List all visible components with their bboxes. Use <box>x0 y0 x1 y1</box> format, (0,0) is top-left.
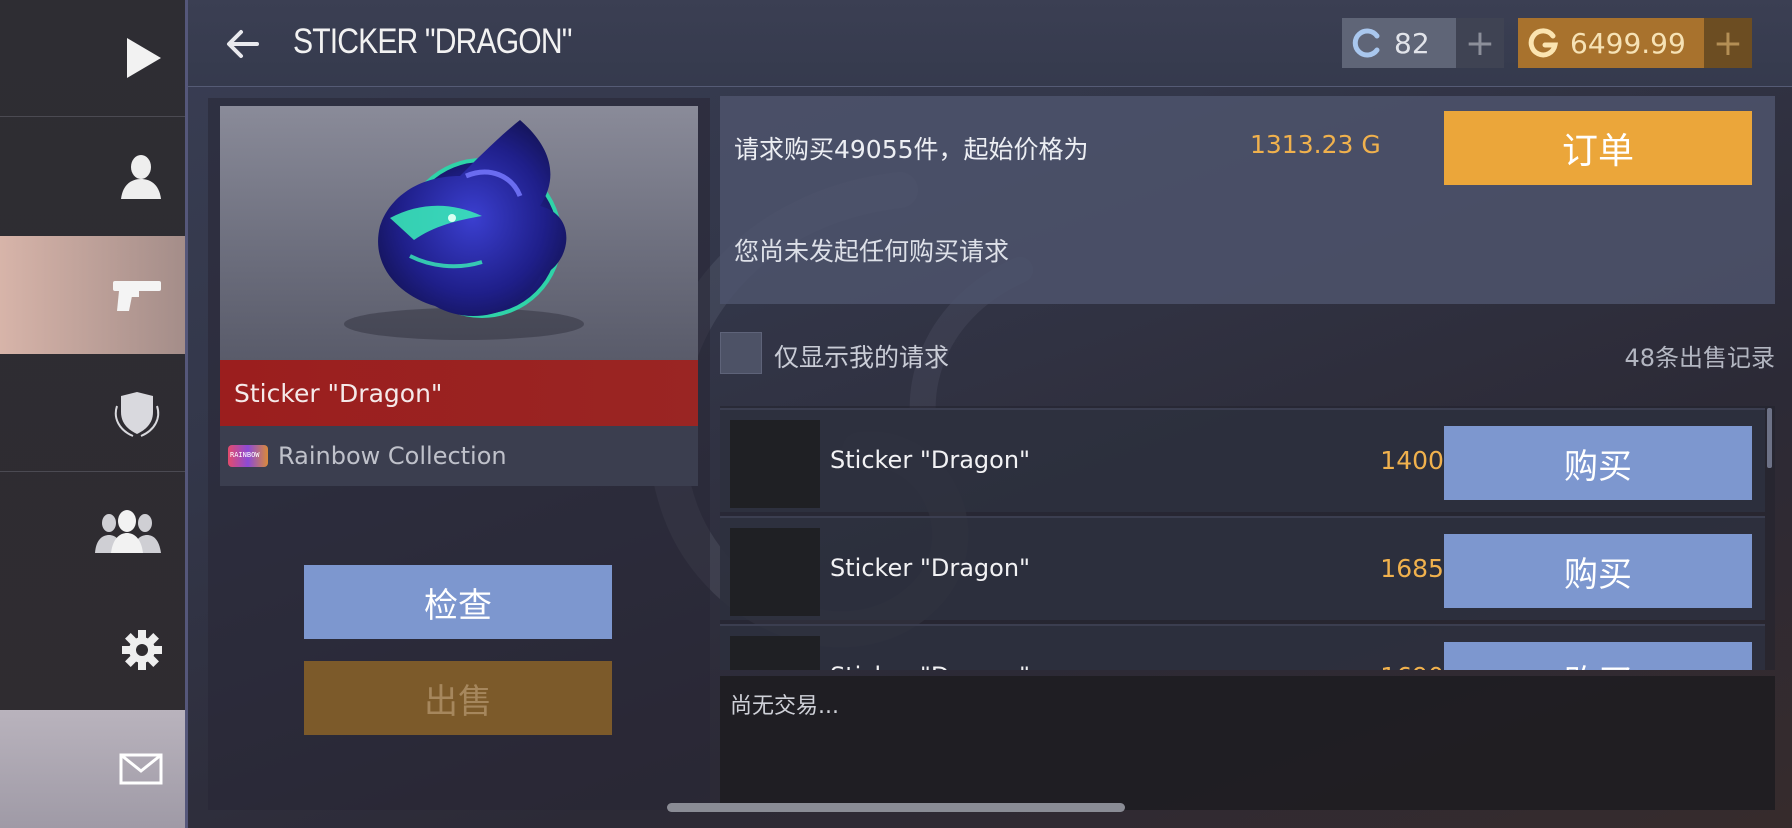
add-gold-button[interactable]: + <box>1704 18 1752 68</box>
buy-order-panel: 请求购买49055件，起始价格为 1313.23 G 订单 您尚未发起任何购买请… <box>720 96 1775 304</box>
home-indicator[interactable] <box>667 803 1125 812</box>
listing-thumbnail <box>730 528 820 616</box>
gear-icon <box>121 629 163 671</box>
listing-row: Sticker "Dragon" 1685.00 G 购买 <box>720 516 1765 620</box>
listing-name: Sticker "Dragon" <box>830 554 1031 582</box>
sell-button[interactable]: 出售 <box>304 661 612 735</box>
nav-clan[interactable] <box>0 355 185 471</box>
credits-balance: 82 + <box>1342 18 1504 68</box>
listing-name: Sticker "Dragon" <box>830 446 1031 474</box>
listing-thumbnail <box>730 636 820 670</box>
top-bar: STICKER "DRAGON" 82 + 6499.99 + <box>188 0 1792 87</box>
back-arrow-icon <box>227 30 259 58</box>
envelope-icon <box>119 753 163 785</box>
gold-coin-icon <box>1528 28 1558 58</box>
group-icon <box>93 509 163 553</box>
no-request-message: 您尚未发起任何购买请求 <box>734 237 1010 266</box>
listing-name: Sticker "Dragon" <box>830 662 1030 670</box>
shield-icon <box>111 388 163 438</box>
nav-friends[interactable] <box>0 472 185 590</box>
credits-coin-icon <box>1352 28 1380 58</box>
buy-button[interactable]: 购买 <box>1444 426 1752 500</box>
collection-row: RAINBOW Rainbow Collection <box>220 426 698 486</box>
nav-weapons[interactable] <box>0 236 185 354</box>
no-transactions-text: 尚无交易... <box>730 694 839 719</box>
nav-mail[interactable] <box>0 710 185 828</box>
transaction-history: 尚无交易... <box>720 676 1775 810</box>
listing-row: Sticker "Dragon" 1690.00 G 购买 <box>720 624 1765 670</box>
my-requests-checkbox[interactable] <box>720 332 762 374</box>
sale-record-count: 48条出售记录 <box>1624 344 1775 372</box>
listings-scrollbar[interactable] <box>1767 408 1772 468</box>
nav-play[interactable] <box>0 0 185 116</box>
order-request-text: 请求购买49055件，起始价格为 <box>734 135 1089 164</box>
rainbow-collection-logo: RAINBOW <box>228 445 268 467</box>
buy-button[interactable]: 购买 <box>1444 534 1752 608</box>
order-start-price: 1313.23 G <box>1250 130 1381 159</box>
add-credits-button[interactable]: + <box>1456 18 1504 68</box>
sell-listings[interactable]: Sticker "Dragon" 1400.00 G 购买 Sticker "D… <box>720 406 1775 670</box>
gold-balance: 6499.99 + <box>1518 18 1752 68</box>
listing-row: Sticker "Dragon" 1400.00 G 购买 <box>720 408 1765 512</box>
pistol-icon <box>111 277 163 313</box>
collection-name: Rainbow Collection <box>278 442 507 470</box>
gold-value: 6499.99 <box>1570 26 1686 60</box>
page-title: STICKER "DRAGON" <box>293 22 572 61</box>
nav-settings[interactable] <box>0 591 185 709</box>
item-name: Sticker "Dragon" <box>220 360 698 426</box>
credits-value: 82 <box>1394 26 1430 60</box>
item-card: Sticker "Dragon" RAINBOW Rainbow Collect… <box>220 106 698 486</box>
side-navigation <box>0 0 188 828</box>
inspect-button[interactable]: 检查 <box>304 565 612 639</box>
my-requests-label[interactable]: 仅显示我的请求 <box>774 338 949 374</box>
back-button[interactable] <box>223 24 267 64</box>
play-icon <box>123 36 163 80</box>
place-order-button[interactable]: 订单 <box>1444 111 1752 185</box>
item-preview <box>220 106 698 360</box>
buy-button[interactable]: 购买 <box>1444 642 1752 670</box>
user-icon <box>119 153 163 199</box>
item-panel: Sticker "Dragon" RAINBOW Rainbow Collect… <box>208 98 710 810</box>
listing-thumbnail <box>730 420 820 508</box>
nav-profile[interactable] <box>0 117 185 235</box>
dragon-sticker-image <box>344 120 584 340</box>
filter-row: 仅显示我的请求 48条出售记录 <box>720 330 1775 376</box>
